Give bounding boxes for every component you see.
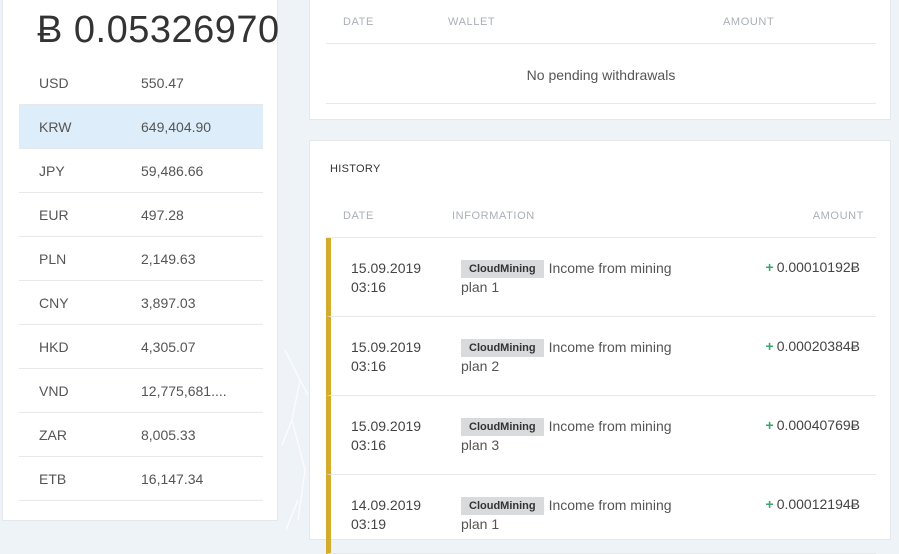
column-header-amount: AMOUNT bbox=[723, 16, 775, 28]
balance-panel: Ƀ 0.05326970 USD 550.47 KRW 649,404.90 J… bbox=[2, 0, 280, 521]
currency-code: KRW bbox=[39, 118, 72, 135]
section-title: HISTORY bbox=[330, 163, 381, 175]
rate-row-jpy[interactable]: JPY 59,486.66 bbox=[19, 149, 263, 193]
amount-value: 0.00012194Ƀ bbox=[776, 496, 860, 512]
transaction-date: 14.09.2019 bbox=[351, 497, 422, 513]
category-tag: CloudMining bbox=[461, 497, 544, 515]
history-row[interactable]: 14.09.2019 03:19 CloudMining Income from … bbox=[326, 475, 876, 554]
plus-icon: + bbox=[765, 417, 774, 433]
divider bbox=[326, 103, 876, 104]
plus-icon: + bbox=[765, 338, 774, 354]
history-row[interactable]: 15.09.2019 03:16 CloudMining Income from … bbox=[326, 238, 876, 317]
exchange-rate-list: USD 550.47 KRW 649,404.90 JPY 59,486.66 … bbox=[19, 61, 263, 501]
amount-value: 0.00040769Ƀ bbox=[776, 417, 860, 433]
transaction-info: CloudMining Income from mining plan 1 bbox=[461, 259, 691, 297]
currency-value: 550.47 bbox=[141, 74, 184, 91]
history-card: HISTORY DATE INFORMATION AMOUNT 15.09.20… bbox=[309, 140, 891, 554]
rate-row-etb[interactable]: ETB 16,147.34 bbox=[19, 457, 263, 501]
column-header-date: DATE bbox=[343, 16, 374, 28]
plus-icon: + bbox=[765, 496, 774, 512]
rate-row-cny[interactable]: CNY 3,897.03 bbox=[19, 281, 263, 325]
divider bbox=[326, 43, 876, 44]
currency-code: ETB bbox=[39, 470, 67, 487]
rate-row-pln[interactable]: PLN 2,149.63 bbox=[19, 237, 263, 281]
transaction-info: CloudMining Income from mining plan 1 bbox=[461, 496, 691, 534]
column-header-amount: AMOUNT bbox=[812, 210, 864, 222]
column-header-date: DATE bbox=[343, 210, 374, 222]
rate-row-eur[interactable]: EUR 497.28 bbox=[19, 193, 263, 237]
transaction-datetime: 15.09.2019 03:16 bbox=[351, 417, 421, 455]
transaction-datetime: 15.09.2019 03:16 bbox=[351, 259, 421, 297]
transaction-amount: +0.00020384Ƀ bbox=[766, 338, 861, 354]
rate-row-krw[interactable]: KRW 649,404.90 bbox=[19, 105, 263, 149]
transaction-datetime: 14.09.2019 03:19 bbox=[351, 496, 421, 534]
rate-row-usd[interactable]: USD 550.47 bbox=[19, 61, 263, 105]
column-header-information: INFORMATION bbox=[452, 210, 535, 222]
currency-code: ZAR bbox=[39, 426, 67, 443]
transaction-time: 03:16 bbox=[351, 279, 387, 295]
currency-value: 497.28 bbox=[141, 206, 184, 223]
empty-state-message: No pending withdrawals bbox=[526, 67, 676, 83]
category-tag: CloudMining bbox=[461, 418, 544, 436]
transaction-amount: +0.00040769Ƀ bbox=[766, 417, 861, 433]
currency-code: USD bbox=[39, 74, 69, 91]
currency-value: 3,897.03 bbox=[141, 294, 196, 311]
category-tag: CloudMining bbox=[461, 260, 544, 278]
rate-row-hkd[interactable]: HKD 4,305.07 bbox=[19, 325, 263, 369]
amount-value: 0.00010192Ƀ bbox=[776, 259, 860, 275]
currency-value: 2,149.63 bbox=[141, 250, 196, 267]
history-list: 15.09.2019 03:16 CloudMining Income from … bbox=[326, 238, 876, 554]
transaction-date: 15.09.2019 bbox=[351, 418, 422, 434]
transaction-date: 15.09.2019 bbox=[351, 339, 422, 355]
transaction-info: CloudMining Income from mining plan 3 bbox=[461, 417, 691, 455]
amount-value: 0.00020384Ƀ bbox=[776, 338, 860, 354]
currency-code: CNY bbox=[39, 294, 69, 311]
transaction-time: 03:16 bbox=[351, 437, 387, 453]
transaction-info: CloudMining Income from mining plan 2 bbox=[461, 338, 691, 376]
currency-code: HKD bbox=[39, 338, 69, 355]
transaction-datetime: 15.09.2019 03:16 bbox=[351, 338, 421, 376]
currency-code: EUR bbox=[39, 206, 69, 223]
transaction-date: 15.09.2019 bbox=[351, 260, 422, 276]
transaction-time: 03:16 bbox=[351, 358, 387, 374]
transaction-amount: +0.00010192Ƀ bbox=[766, 259, 861, 275]
currency-code: JPY bbox=[39, 162, 65, 179]
history-row[interactable]: 15.09.2019 03:16 CloudMining Income from … bbox=[326, 396, 876, 475]
currency-code: VND bbox=[39, 382, 69, 399]
plus-icon: + bbox=[765, 259, 774, 275]
currency-value: 59,486.66 bbox=[141, 162, 204, 179]
currency-value: 4,305.07 bbox=[141, 338, 196, 355]
transaction-time: 03:19 bbox=[351, 516, 387, 532]
transaction-amount: +0.00012194Ƀ bbox=[766, 496, 861, 512]
rate-row-vnd[interactable]: VND 12,775,681.... bbox=[19, 369, 263, 413]
currency-value: 12,775,681.... bbox=[141, 382, 227, 399]
currency-value: 8,005.33 bbox=[141, 426, 196, 443]
column-header-wallet: WALLET bbox=[448, 16, 496, 28]
currency-value: 16,147.34 bbox=[141, 470, 204, 487]
history-row[interactable]: 15.09.2019 03:16 CloudMining Income from … bbox=[326, 317, 876, 396]
balance-amount: 0.05326970 bbox=[73, 9, 280, 51]
category-tag: CloudMining bbox=[461, 339, 544, 357]
balance-display: Ƀ 0.05326970 bbox=[37, 9, 280, 52]
btc-icon: Ƀ bbox=[37, 9, 63, 51]
rate-row-zar[interactable]: ZAR 8,005.33 bbox=[19, 413, 263, 457]
currency-code: PLN bbox=[39, 250, 67, 267]
pending-withdrawals-card: DATE WALLET AMOUNT No pending withdrawal… bbox=[309, 0, 891, 120]
currency-value: 649,404.90 bbox=[141, 118, 212, 135]
